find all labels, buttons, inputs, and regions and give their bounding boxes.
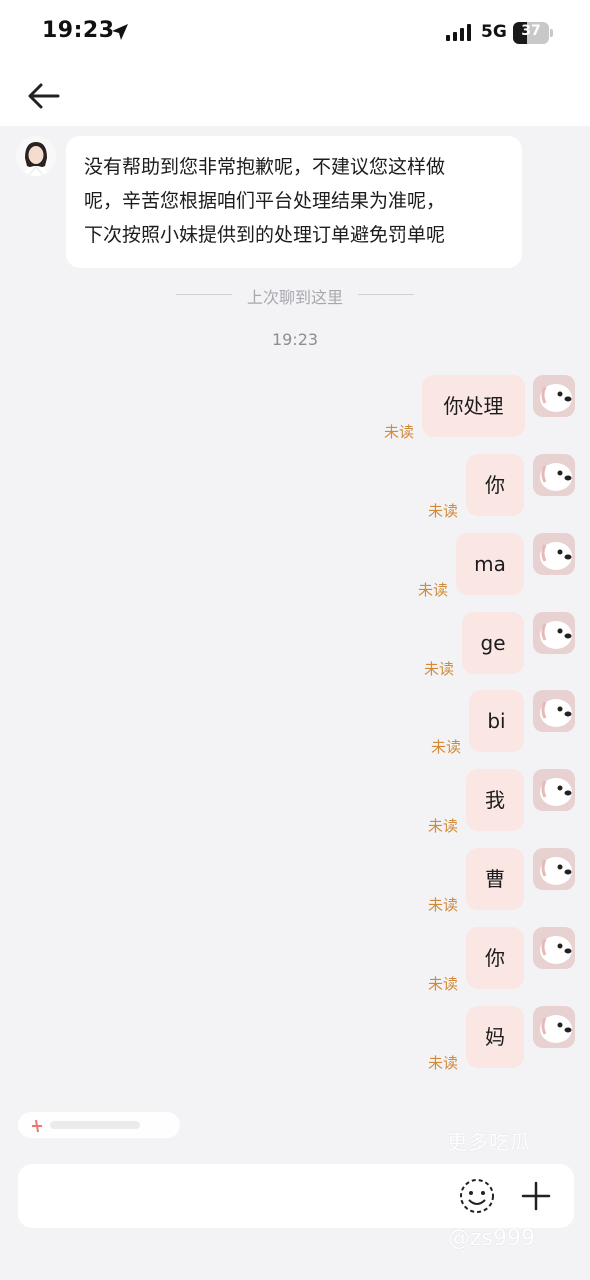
- signal-icon: [446, 24, 471, 41]
- outgoing-bubble[interactable]: ma: [456, 533, 524, 595]
- user-avatar-icon[interactable]: [533, 690, 575, 732]
- watermark-text: @zs999: [448, 1226, 536, 1251]
- outgoing-text: bi: [487, 709, 506, 733]
- outgoing-text: 你: [485, 946, 505, 970]
- incoming-line: 没有帮助到您非常抱歉呢，不建议您这样做: [84, 156, 446, 178]
- user-avatar-icon[interactable]: [533, 454, 575, 496]
- emoji-icon[interactable]: [457, 1176, 497, 1216]
- divider-line: [176, 294, 232, 295]
- unread-label: 未读: [428, 975, 459, 993]
- unread-label: 未读: [424, 660, 455, 678]
- unread-label: 未读: [418, 581, 449, 599]
- outgoing-text: 你: [485, 473, 505, 497]
- nav-bar: [0, 66, 590, 126]
- agent-avatar[interactable]: [16, 136, 56, 176]
- obscured-quick-reply[interactable]: [18, 1108, 180, 1142]
- outgoing-bubble[interactable]: 你: [466, 927, 524, 989]
- outgoing-text: 你处理: [443, 394, 504, 418]
- network-type: 5G: [481, 22, 507, 42]
- unread-label: 未读: [428, 817, 459, 835]
- outgoing-text: 我: [485, 788, 505, 812]
- incoming-line: 呢，辛苦您根据咱们平台处理结果为准呢，: [84, 190, 446, 212]
- unread-label: 未读: [428, 1054, 459, 1072]
- location-arrow-icon: [112, 24, 128, 40]
- message-timestamp: 19:23: [271, 330, 319, 349]
- user-avatar-icon[interactable]: [533, 533, 575, 575]
- user-avatar-icon[interactable]: [533, 612, 575, 654]
- unread-label: 未读: [384, 423, 415, 441]
- outgoing-text: 曹: [485, 867, 505, 891]
- unread-label: 未读: [428, 502, 459, 520]
- outgoing-bubble[interactable]: 你处理: [422, 375, 525, 437]
- outgoing-text: ge: [480, 631, 506, 655]
- message-input[interactable]: [32, 1172, 452, 1220]
- divider-line: [358, 294, 414, 295]
- incoming-line: 下次按照小妹提供到的处理订单避免罚单呢: [84, 224, 446, 246]
- user-avatar-icon[interactable]: [533, 769, 575, 811]
- user-avatar-icon[interactable]: [533, 927, 575, 969]
- outgoing-text: 妈: [485, 1025, 505, 1049]
- outgoing-bubble[interactable]: 你: [466, 454, 524, 516]
- battery-level: 37: [521, 23, 541, 39]
- outgoing-text: ma: [474, 552, 506, 576]
- battery-icon: 37: [513, 22, 553, 44]
- plus-icon[interactable]: [518, 1178, 554, 1214]
- divider-text: 上次聊到这里: [246, 288, 343, 307]
- user-avatar-icon[interactable]: [533, 375, 575, 417]
- arrow-left-icon[interactable]: [22, 76, 66, 116]
- outgoing-bubble[interactable]: 妈: [466, 1006, 524, 1068]
- agent-avatar-icon: [16, 136, 56, 176]
- outgoing-bubble[interactable]: 曹: [466, 848, 524, 910]
- outgoing-bubble[interactable]: bi: [469, 690, 524, 752]
- user-avatar-icon[interactable]: [533, 1006, 575, 1048]
- user-avatar-icon[interactable]: [533, 848, 575, 890]
- chat-screen: 19:23 5G 37 没有帮助到您非常抱歉呢，不建议您这样做 呢，辛苦您根据咱…: [0, 0, 590, 1280]
- input-bar: [18, 1164, 574, 1228]
- unread-label: 未读: [428, 896, 459, 914]
- status-time: 19:23: [42, 18, 115, 43]
- outgoing-bubble[interactable]: 我: [466, 769, 524, 831]
- history-divider: 上次聊到这里: [176, 284, 414, 307]
- status-bar: 19:23 5G 37: [0, 0, 590, 66]
- incoming-bubble[interactable]: 没有帮助到您非常抱歉呢，不建议您这样做 呢，辛苦您根据咱们平台处理结果为准呢， …: [66, 136, 522, 268]
- outgoing-bubble[interactable]: ge: [462, 612, 524, 674]
- unread-label: 未读: [431, 738, 462, 756]
- more-link[interactable]: 更多吃瓜: [447, 1126, 531, 1155]
